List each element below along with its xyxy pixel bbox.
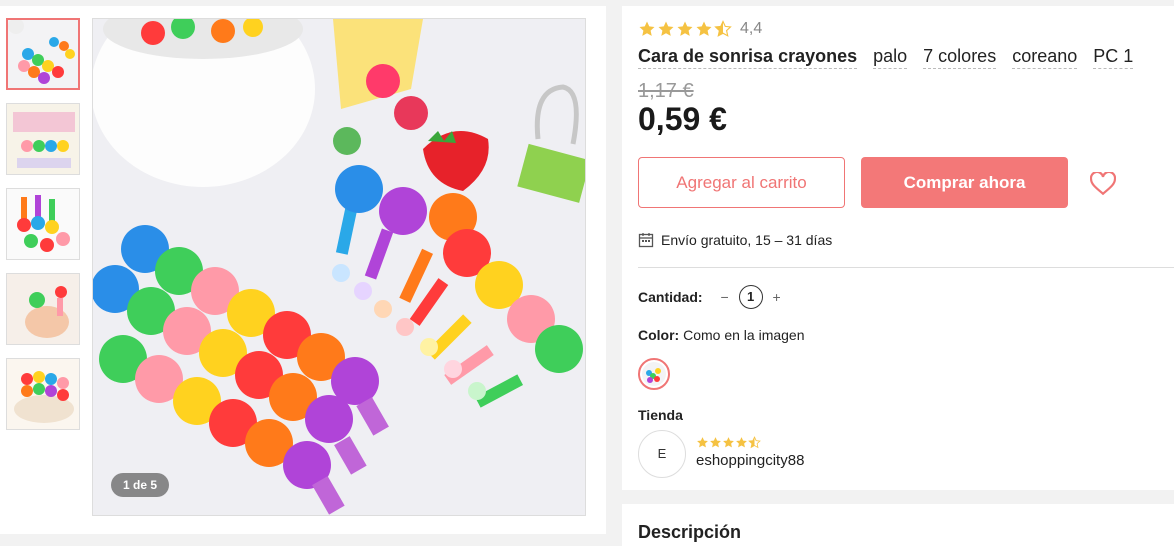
title-part: coreano (1012, 46, 1078, 69)
thumbnail-2[interactable] (6, 103, 80, 175)
store-avatar[interactable]: E (638, 430, 686, 478)
star-icon (710, 437, 721, 448)
rating-value: 4,4 (740, 20, 763, 37)
star-icon (697, 437, 708, 448)
star-half-icon (748, 436, 761, 449)
heart-icon[interactable] (1090, 172, 1116, 196)
quantity-value[interactable]: 1 (738, 285, 763, 309)
product-rating: 4,4 (638, 20, 762, 38)
quantity-decrease-button[interactable]: − (717, 289, 733, 305)
product-info: 4,4 Cara de sonrisa crayones palo 7 colo… (622, 6, 1174, 490)
thumbnail-list (6, 18, 80, 443)
store-rating-stars (696, 436, 761, 449)
thumbnail-1[interactable] (6, 18, 80, 90)
main-product-image[interactable]: 1 de 5 (92, 18, 586, 516)
rating-stars (638, 20, 732, 38)
image-counter: 1 de 5 (111, 473, 170, 497)
color-value: Como en la imagen (679, 327, 805, 343)
star-icon (736, 437, 747, 448)
shipping-text: Envío gratuito, 15 – 31 días (661, 232, 833, 248)
shipping-info: Envío gratuito, 15 – 31 días (638, 232, 832, 248)
star-icon (696, 21, 712, 36)
title-part: 7 colores (923, 46, 997, 69)
star-icon (658, 21, 674, 36)
color-swatch[interactable] (638, 358, 670, 390)
thumbnail-3[interactable] (6, 188, 80, 260)
color-selection: Color: Como en la imagen (638, 327, 805, 343)
title-part: PC 1 (1093, 46, 1134, 69)
product-title: Cara de sonrisa crayones palo 7 colores … (638, 46, 1134, 69)
title-part: Cara de sonrisa crayones (638, 46, 858, 69)
star-icon (723, 437, 734, 448)
description-section: Descripción (622, 504, 1174, 546)
calendar-icon (638, 233, 654, 248)
buy-now-button[interactable]: Comprar ahora (861, 157, 1068, 208)
star-half-icon (714, 20, 732, 37)
thumbnail-4[interactable] (6, 273, 80, 345)
old-price: 1,17 € (638, 80, 694, 102)
thumbnail-5[interactable] (6, 358, 80, 430)
title-part: palo (873, 46, 908, 69)
star-icon (677, 21, 693, 36)
star-icon (639, 21, 655, 36)
description-title: Descripción (638, 522, 742, 542)
store-name[interactable]: eshoppingcity88 (696, 452, 804, 469)
quantity-label: Cantidad: (638, 289, 703, 305)
quantity-stepper: Cantidad: − 1 + (638, 285, 785, 309)
current-price: 0,59 € (638, 101, 727, 137)
add-to-cart-button[interactable]: Agregar al carrito (638, 157, 845, 208)
store-label: Tienda (638, 407, 683, 423)
color-label: Color: (638, 327, 680, 343)
quantity-increase-button[interactable]: + (769, 289, 785, 305)
divider (638, 267, 1174, 268)
product-gallery: 1 de 5 (0, 6, 606, 534)
